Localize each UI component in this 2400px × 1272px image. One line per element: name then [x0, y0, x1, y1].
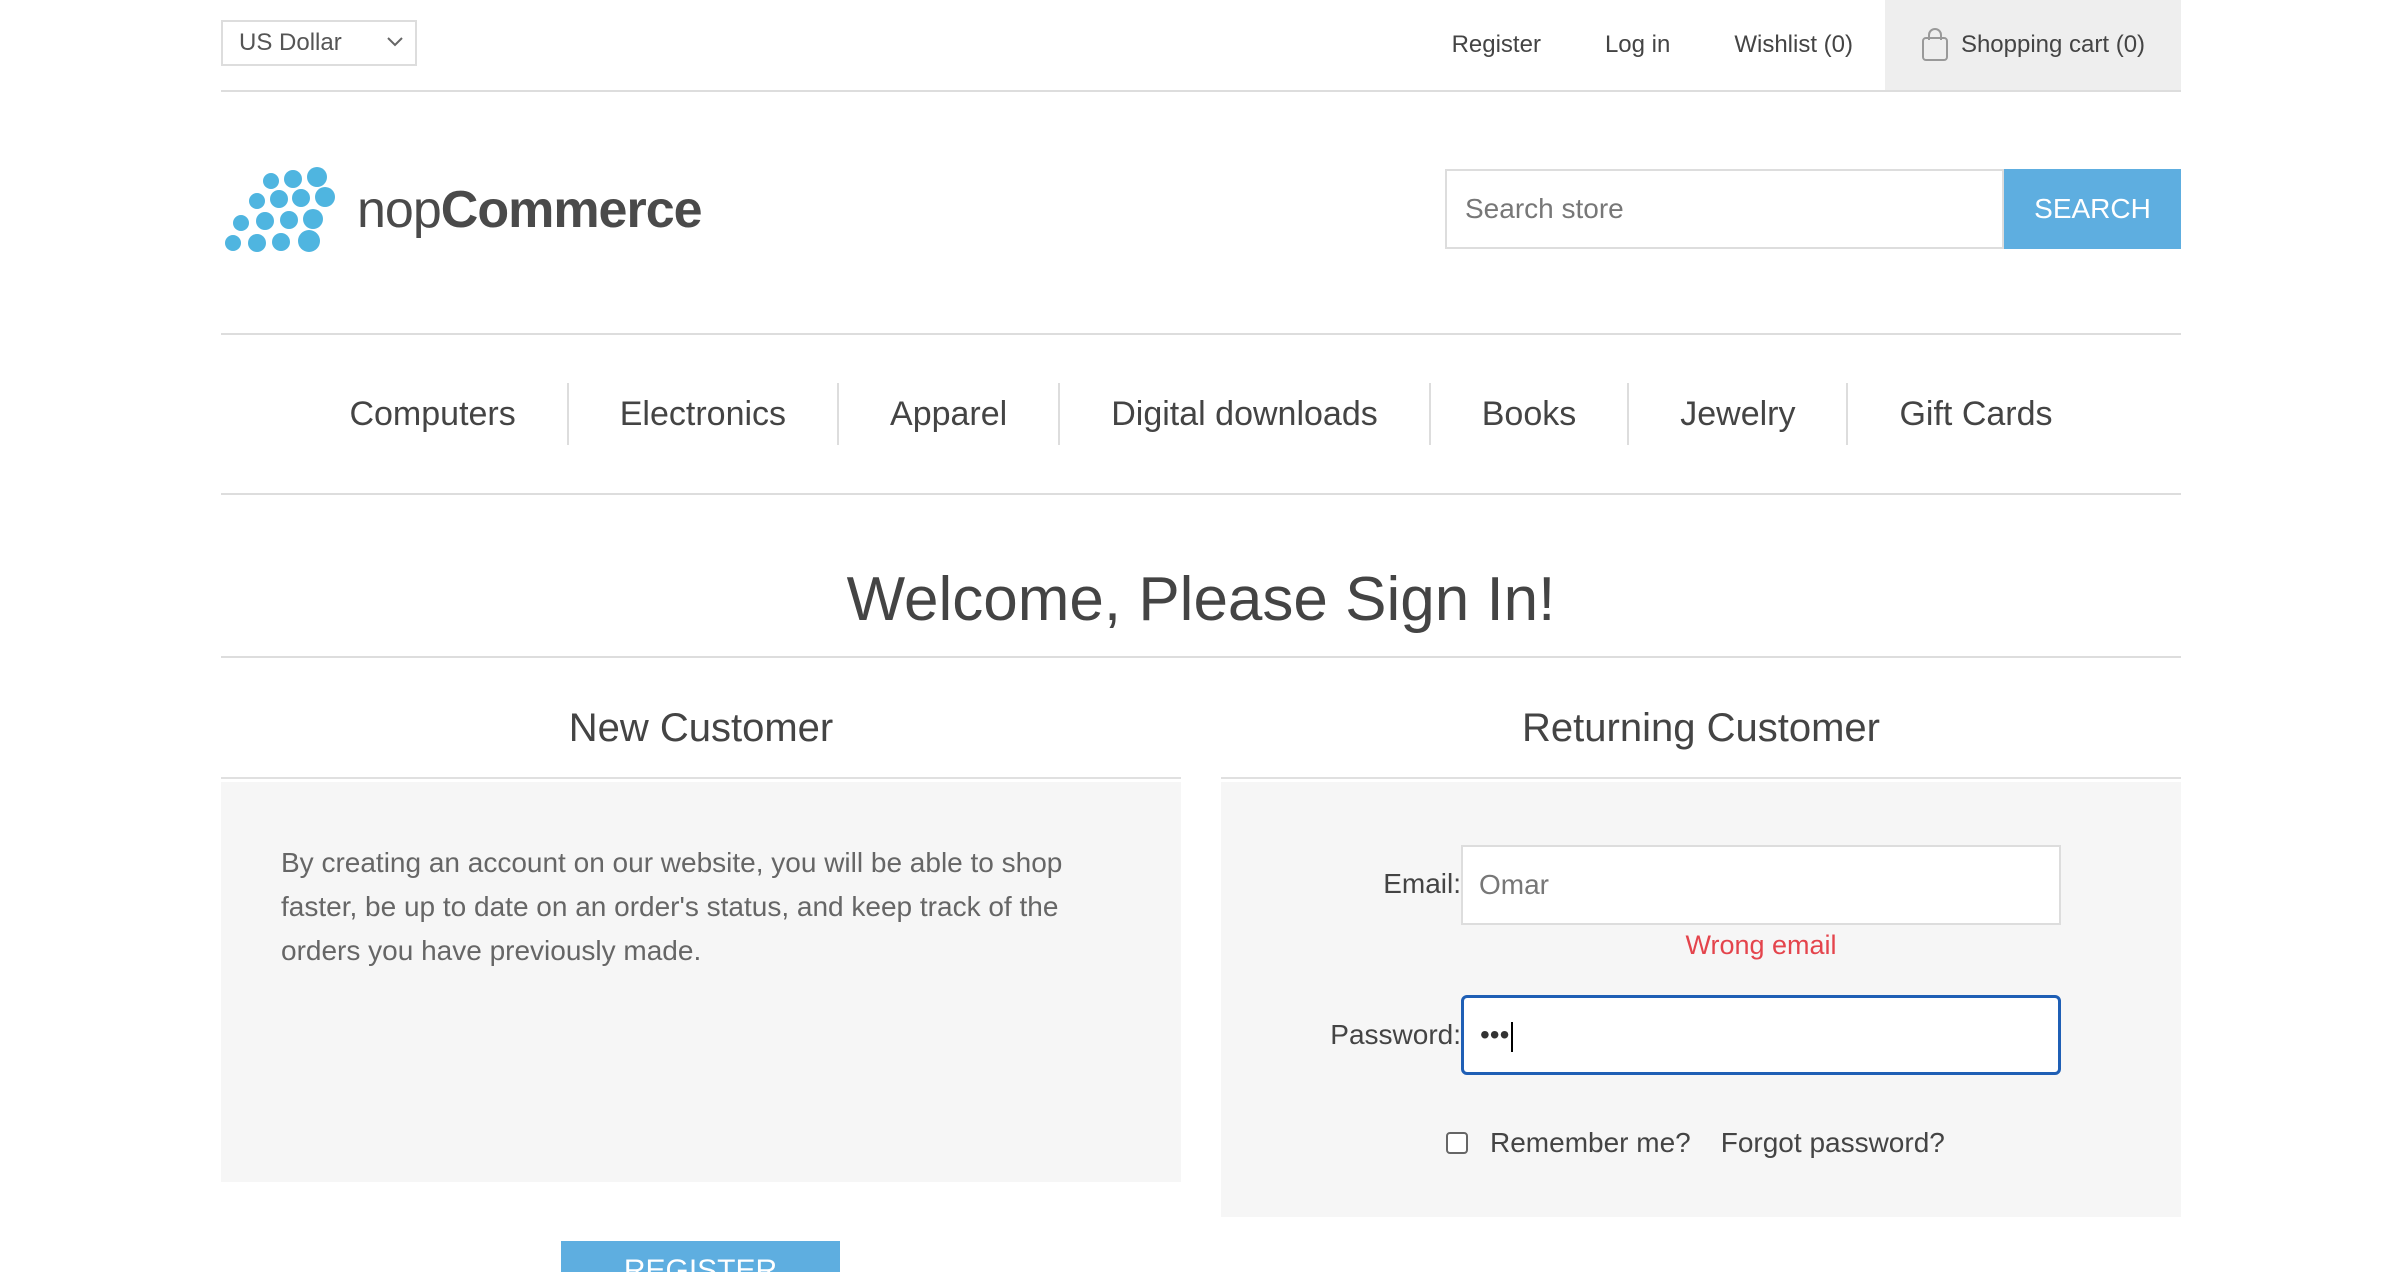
menu-item-gift-cards[interactable]: Gift Cards [1848, 383, 2103, 445]
shopping-cart-link[interactable]: Shopping cart (0) [1885, 0, 2181, 90]
search-input[interactable]: Search store [1445, 169, 2004, 249]
chevron-down-icon [387, 37, 403, 47]
register-button[interactable]: REGISTER [561, 1241, 840, 1272]
logo-text-bold: Commerce [440, 181, 703, 239]
email-label: Email: [1383, 868, 1461, 899]
shopping-bag-icon [1921, 28, 1948, 61]
menu-item-computers[interactable]: Computers [298, 383, 569, 445]
email-field[interactable]: Omar [1461, 845, 2061, 925]
page-title: Welcome, Please Sign In! [221, 560, 2181, 658]
new-customer-text: By creating an account on our website, y… [281, 847, 1063, 966]
logo-text-light: nop [357, 181, 442, 239]
remember-me-label[interactable]: Remember me? [1490, 1127, 1691, 1159]
returning-customer-box: Email: Omar Wrong email Password: ••• Re… [1221, 782, 2181, 1217]
password-field[interactable]: ••• [1461, 995, 2061, 1075]
email-error-message: Wrong email [1685, 930, 1837, 960]
menu-item-jewelry[interactable]: Jewelry [1629, 383, 1849, 445]
remember-row: Remember me? Forgot password? [1446, 1127, 1945, 1159]
login-link[interactable]: Log in [1605, 0, 1670, 90]
wishlist-link[interactable]: Wishlist (0) [1734, 0, 1853, 90]
password-value: ••• [1480, 1019, 1510, 1050]
text-caret [1511, 1021, 1514, 1052]
currency-value: US Dollar [239, 29, 342, 56]
remember-me-checkbox[interactable] [1446, 1132, 1468, 1154]
page: US Dollar Register Log in Wishlist (0) S… [0, 0, 2400, 1272]
currency-select[interactable]: US Dollar [221, 20, 417, 66]
password-label: Password: [1330, 1019, 1461, 1050]
new-customer-box: By creating an account on our website, y… [221, 782, 1181, 1182]
menu-item-apparel[interactable]: Apparel [839, 383, 1061, 445]
register-link[interactable]: Register [1452, 0, 1541, 90]
shopping-cart-label: Shopping cart (0) [1960, 31, 2146, 58]
search-button[interactable]: SEARCH [2004, 169, 2181, 249]
header-links: Register Log in Wishlist (0) Shopping ca… [1452, 0, 2181, 90]
header-upper: US Dollar Register Log in Wishlist (0) S… [221, 0, 2181, 92]
menu-item-digital-downloads[interactable]: Digital downloads [1060, 383, 1431, 445]
menu-item-electronics[interactable]: Electronics [569, 383, 840, 445]
logo-dots-icon [225, 167, 335, 252]
forgot-password-link[interactable]: Forgot password? [1721, 1127, 1945, 1159]
top-menu: Computers Electronics Apparel Digital do… [221, 333, 2181, 495]
store-logo[interactable]: nopCommerce [221, 165, 721, 255]
logo-text: nopCommerce [357, 180, 703, 240]
menu-item-books[interactable]: Books [1431, 383, 1630, 445]
new-customer-title: New Customer [221, 703, 1181, 779]
returning-customer-title: Returning Customer [1221, 703, 2181, 779]
